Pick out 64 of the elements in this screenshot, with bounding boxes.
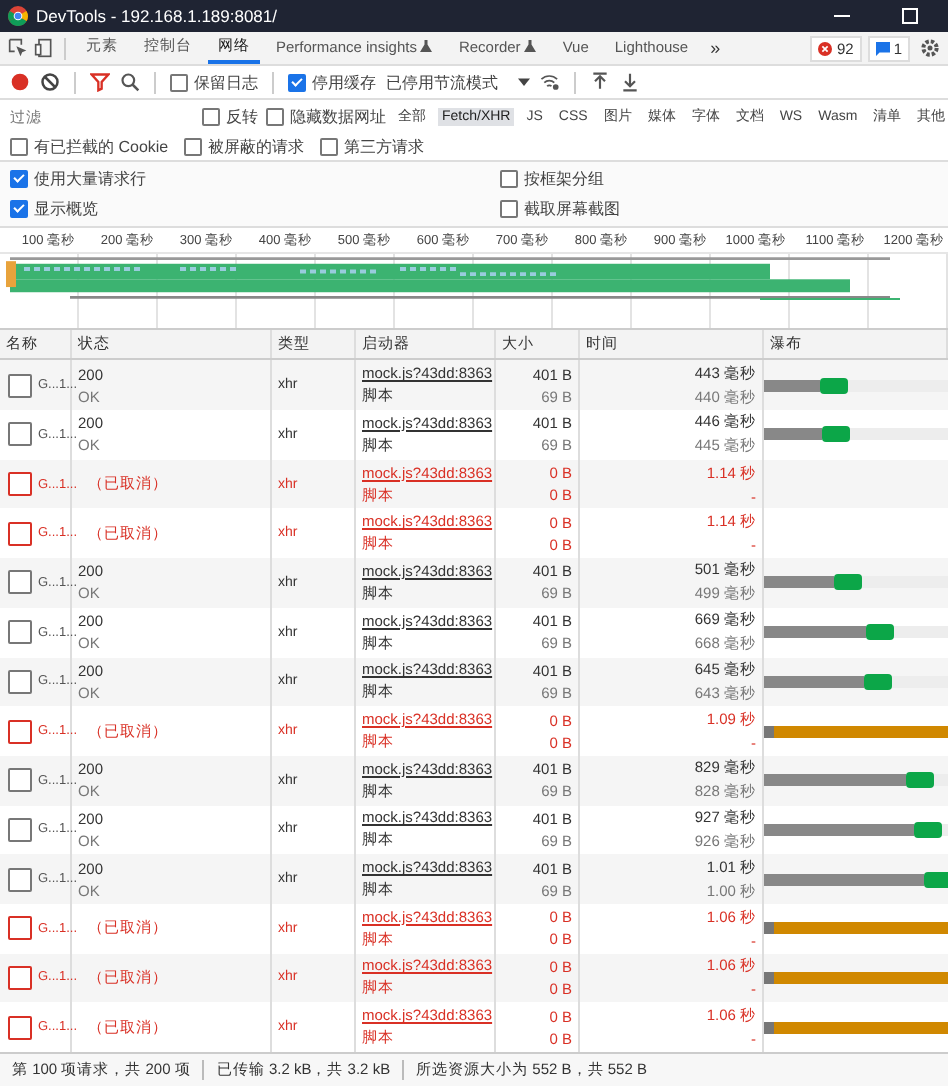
request-icon <box>8 768 32 793</box>
checkbox[interactable] <box>500 200 518 218</box>
caret-icon <box>518 77 530 87</box>
checkbox-label: 反转 <box>226 105 258 127</box>
settings-icon[interactable] <box>920 38 940 58</box>
checkbox-label: 被屏蔽的请求 <box>208 135 305 157</box>
checkbox-label: 有已拦截的 Cookie <box>34 135 169 157</box>
checkbox[interactable] <box>170 73 188 91</box>
download-bar <box>865 624 894 641</box>
request-icon <box>8 472 32 497</box>
request-icon <box>8 965 32 990</box>
checkbox[interactable] <box>320 137 339 155</box>
checkbox-label: 按框架分组 <box>524 168 604 190</box>
checkbox-label: 停用缓存 <box>312 71 376 93</box>
wifi-settings-icon[interactable] <box>540 72 560 92</box>
filter-icon[interactable] <box>90 72 110 92</box>
checkbox[interactable] <box>184 137 203 155</box>
download-bar <box>819 377 848 394</box>
request-icon <box>8 422 32 447</box>
search-icon[interactable] <box>120 72 140 92</box>
inspect-icon[interactable] <box>8 38 28 58</box>
checkbox[interactable] <box>10 170 28 188</box>
download-icon[interactable] <box>620 72 640 92</box>
checkbox-label: 保留日志 <box>194 71 258 93</box>
checkbox[interactable] <box>288 73 306 91</box>
browser-logo-icon <box>8 6 28 26</box>
record-icon[interactable] <box>10 72 30 92</box>
request-icon <box>8 867 32 892</box>
checkbox-label: 显示概览 <box>34 198 98 220</box>
checkbox[interactable] <box>500 170 518 188</box>
queue-bar <box>764 971 774 984</box>
checkbox[interactable] <box>266 107 284 125</box>
queue-bar <box>764 922 774 935</box>
checkbox[interactable] <box>202 107 220 125</box>
upload-icon[interactable] <box>590 72 610 92</box>
checkbox[interactable] <box>10 200 28 218</box>
checkbox-label: 截取屏幕截图 <box>524 198 620 220</box>
download-bar <box>905 772 934 789</box>
checkbox-label: 第三方请求 <box>344 135 425 157</box>
checkbox-label: 隐藏数据网址 <box>290 105 386 127</box>
download-bar <box>914 821 943 838</box>
download-bar <box>924 871 948 888</box>
request-icon <box>8 521 32 546</box>
maximize-icon[interactable] <box>900 6 920 26</box>
more-tabs-button[interactable]: » <box>704 38 727 58</box>
request-icon <box>8 817 32 842</box>
download-bar <box>863 673 892 690</box>
device-icon[interactable] <box>34 38 54 58</box>
window-title: DevTools - 192.168.1.189:8081/ <box>36 6 278 26</box>
download-bar <box>822 426 851 443</box>
throttling-dropdown[interactable]: 已停用节流模式 <box>386 71 530 93</box>
checkbox[interactable] <box>10 137 28 155</box>
checkbox-label: 使用大量请求行 <box>34 168 146 190</box>
queue-bar <box>764 725 774 738</box>
request-icon <box>8 1015 32 1040</box>
request-icon <box>8 719 32 744</box>
queue-bar <box>764 1021 774 1034</box>
clear-icon[interactable] <box>40 72 60 92</box>
request-icon <box>8 620 32 645</box>
request-icon <box>8 570 32 595</box>
request-icon <box>8 669 32 694</box>
download-bar <box>833 574 862 591</box>
request-icon <box>8 916 32 941</box>
request-icon <box>8 373 32 398</box>
